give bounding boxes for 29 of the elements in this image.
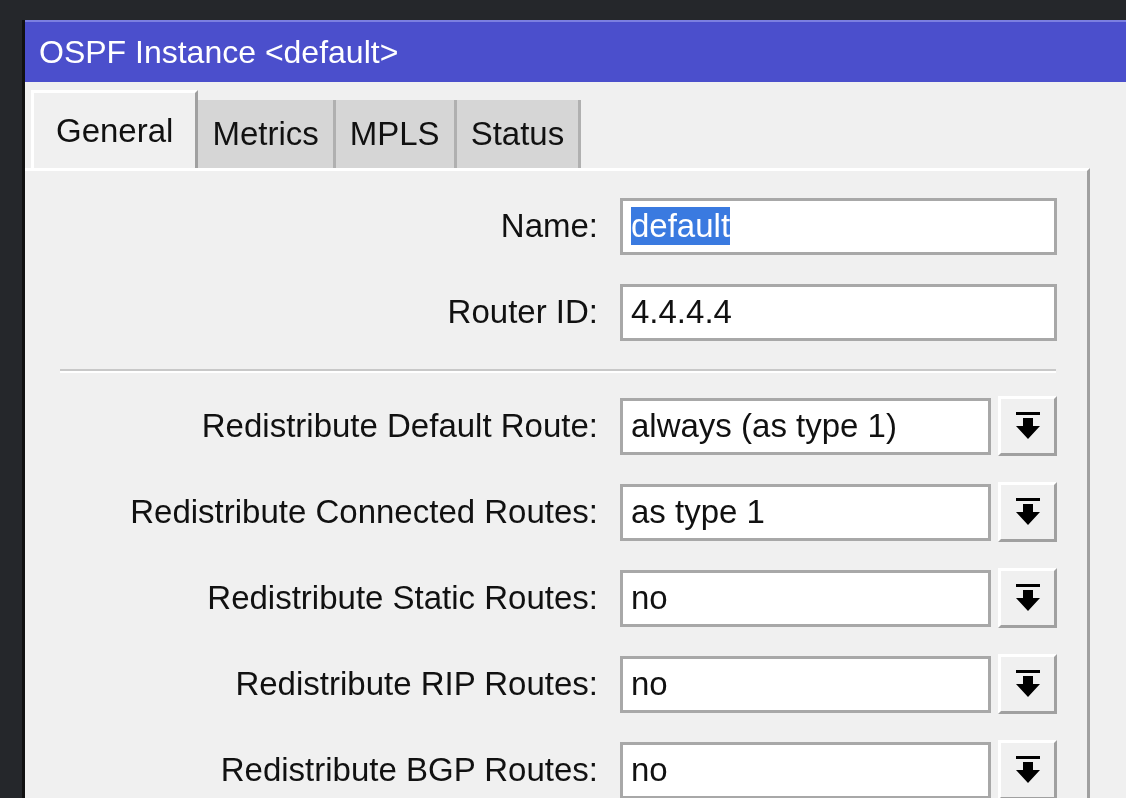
dropdown-button[interactable] [998, 740, 1057, 798]
text-field[interactable]: 4.4.4.4 [620, 283, 1057, 341]
window-title: OSPF Instance <default> [25, 20, 1126, 82]
down-arrow-icon [1015, 584, 1040, 612]
down-arrow-icon [1015, 756, 1040, 784]
down-arrow-icon [1015, 412, 1040, 440]
field-label: Redistribute BGP Routes: [219, 751, 598, 789]
dropdown-field[interactable]: no [620, 741, 991, 798]
down-arrow-icon [1015, 670, 1040, 698]
tab[interactable]: Status [456, 100, 582, 168]
tab[interactable]: MPLS [335, 100, 457, 168]
dropdown-button[interactable] [998, 654, 1057, 714]
field-label: Router ID: [446, 293, 598, 331]
dropdown-button[interactable] [998, 568, 1057, 628]
dropdown-field[interactable]: no [620, 655, 991, 713]
dropdown-button[interactable] [998, 482, 1057, 542]
text-field[interactable]: default [620, 197, 1057, 255]
dropdown-button[interactable] [998, 396, 1057, 456]
dropdown-field[interactable]: no [620, 569, 991, 627]
field-label: Name: [499, 207, 598, 245]
dropdown-field[interactable]: as type 1 [620, 483, 991, 541]
field-label: Redistribute RIP Routes: [234, 665, 598, 703]
tab[interactable]: Metrics [198, 100, 336, 168]
field-label: Redistribute Connected Routes: [129, 493, 598, 531]
field-label: Redistribute Static Routes: [206, 579, 598, 617]
down-arrow-icon [1015, 498, 1040, 526]
tab[interactable]: General [31, 90, 199, 168]
field-label: Redistribute Default Route: [200, 407, 598, 445]
dropdown-field[interactable]: always (as type 1) [620, 397, 991, 455]
